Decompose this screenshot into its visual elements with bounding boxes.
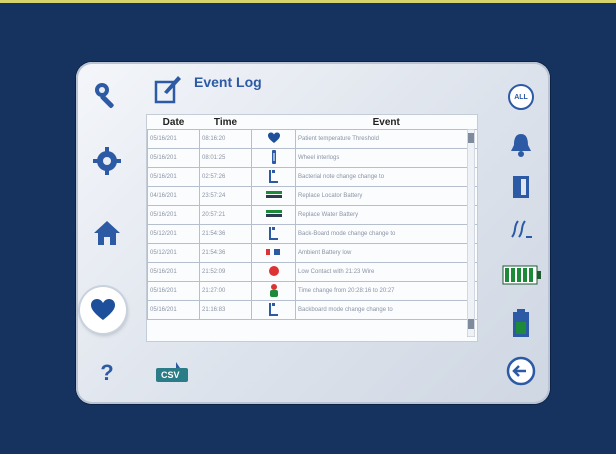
row-date: 05/16/201 (147, 205, 200, 225)
header-event: Event (372, 116, 400, 128)
table-row[interactable]: 05/16/201 08:16:20 Patient temperature Thr… (147, 129, 477, 149)
row-time: 21:52:09 (199, 262, 252, 282)
page-title: Event Log (194, 74, 262, 90)
row-date: 05/16/201 (147, 167, 200, 187)
event-log-icon (154, 74, 182, 104)
left-nav: ? (76, 62, 138, 404)
header-date: Date (162, 116, 185, 128)
red-dot-icon (268, 265, 280, 279)
row-date: 05/16/201 (147, 300, 200, 320)
row-date: 04/16/201 (147, 186, 200, 206)
heart-icon (267, 132, 281, 146)
row-date: 05/12/201 (147, 243, 200, 263)
row-time: 21:54:36 (199, 224, 252, 244)
top-edge-line (0, 0, 616, 3)
door-icon[interactable] (504, 170, 538, 204)
row-event: Replace Water Battery (295, 205, 477, 225)
all-label: ALL (514, 93, 528, 101)
battery-icon (265, 191, 282, 201)
row-time: 23:57:24 (199, 186, 252, 206)
table-row[interactable]: 05/16/201 20:57:21 Replace Water Battery (147, 205, 477, 225)
row-icon-cell (251, 224, 296, 244)
battery-tall-icon[interactable] (504, 306, 538, 340)
row-event: Time change from 20:28:16 to 20:27 (295, 281, 477, 301)
document-icon (268, 302, 279, 318)
row-time: 02:57:26 (199, 167, 252, 187)
row-time: 08:16:20 (199, 129, 252, 149)
row-icon-cell (251, 186, 296, 206)
row-icon-cell (251, 262, 296, 282)
syringe-icon (270, 150, 278, 166)
table-row[interactable]: 05/16/201 21:27:00 Time change from 20:28:… (147, 281, 477, 301)
row-date: 05/12/201 (147, 224, 200, 244)
scrollbar[interactable] (466, 128, 476, 338)
table-header: Date Time Event (148, 115, 478, 130)
csv-export-button[interactable]: CSV (154, 362, 190, 384)
row-event: Ambient Battery low (295, 243, 477, 263)
row-icon-cell (251, 281, 296, 301)
green-person-icon (268, 283, 280, 299)
battery-full-icon[interactable] (502, 258, 542, 292)
battery-icon (265, 210, 282, 220)
row-time: 21:27:00 (199, 281, 252, 301)
row-event: Patient temperature Threshold (295, 129, 477, 149)
row-icon-cell (251, 205, 296, 225)
settings-wrench-icon[interactable] (88, 76, 126, 114)
gear-icon[interactable] (88, 142, 126, 180)
table-row[interactable]: 05/12/201 21:54:36 Ambient Battery low (147, 243, 477, 263)
row-icon-cell (251, 300, 296, 320)
right-nav: ALL (488, 62, 550, 404)
csv-label: CSV (161, 370, 180, 380)
heart-nav-button[interactable] (80, 287, 126, 333)
row-date: 05/16/201 (147, 148, 200, 168)
heart-icon (91, 299, 115, 320)
row-icon-cell (251, 243, 296, 263)
table-row[interactable]: 05/16/201 02:57:26 Bacterial note change c… (147, 167, 477, 187)
row-event: Back-Board mode change change to (295, 224, 477, 244)
row-event: Wheel interlogs (295, 148, 477, 168)
bell-icon[interactable] (504, 128, 538, 162)
row-icon-cell (251, 167, 296, 187)
battery-small-icon (265, 248, 282, 258)
table-row[interactable]: 05/16/201 08:01:25 Wheel interlogs (147, 148, 477, 168)
row-event: Bacterial note change change to (295, 167, 477, 187)
table-row[interactable]: 05/16/201 21:52:09 Low Contact with 21:23 … (147, 262, 477, 282)
row-event: Replace Locator Battery (295, 186, 477, 206)
help-icon[interactable]: ? (88, 354, 126, 392)
device-screen: ? Event Log Date Time Event 05/16/201 08:… (76, 62, 550, 404)
home-icon[interactable] (88, 214, 126, 252)
table-row[interactable]: 05/12/201 21:54:36 Back-Board mode change … (147, 224, 477, 244)
back-arrow-icon[interactable] (504, 354, 538, 388)
help-label: ? (100, 360, 114, 385)
header-icon (252, 115, 296, 130)
row-date: 05/16/201 (147, 129, 200, 149)
row-date: 05/16/201 (147, 281, 200, 301)
row-time: 21:16:83 (199, 300, 252, 320)
document-icon (268, 169, 279, 185)
document-icon (268, 226, 279, 242)
row-event: Low Contact with 21:23 Wire (295, 262, 477, 282)
table-row[interactable]: 05/16/201 21:16:83 Backboard mode change c… (147, 300, 477, 320)
row-time: 08:01:25 (199, 148, 252, 168)
row-date: 05/16/201 (147, 262, 200, 282)
row-time: 21:54:36 (199, 243, 252, 263)
all-button[interactable]: ALL (504, 80, 538, 114)
row-event: Backboard mode change change to (295, 300, 477, 320)
row-icon-cell (251, 148, 296, 168)
row-icon-cell (251, 129, 296, 149)
header-time: Time (213, 116, 238, 128)
table-row[interactable]: 04/16/201 23:57:24 Replace Locator Battery (147, 186, 477, 206)
wave-icon[interactable] (504, 212, 538, 246)
row-time: 20:57:21 (199, 205, 252, 225)
event-log-table: Date Time Event 05/16/201 08:16:20 Patient… (146, 114, 478, 342)
